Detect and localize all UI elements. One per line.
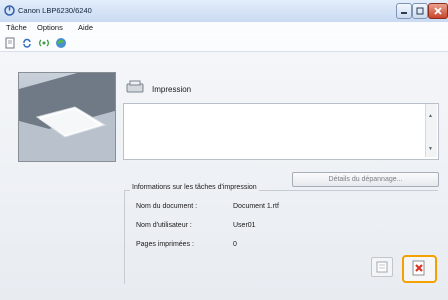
user-name-label: Nom d'utilisateur : (136, 222, 192, 229)
document-name-label: Nom du document : (136, 203, 198, 210)
print-jobs-icon (376, 261, 388, 273)
printer-status-icon[interactable] (55, 37, 67, 49)
cancel-job-button[interactable] (402, 255, 437, 283)
toolbar (0, 35, 448, 52)
maximize-button[interactable] (412, 3, 428, 19)
user-name-value: User01 (233, 222, 256, 229)
minimize-button[interactable] (396, 3, 412, 19)
pages-printed-label: Pages imprimées : (136, 241, 194, 248)
maximize-icon (416, 7, 424, 15)
menu-bar (0, 22, 448, 34)
document-name-value: Document 1.rtf (233, 203, 279, 210)
scroll-down-arrow[interactable]: ▼ (428, 146, 433, 152)
app-icon (4, 5, 15, 16)
job-info-heading: Informations sur les tâches d'impression (130, 184, 259, 191)
menu-options[interactable]: Options (37, 23, 63, 32)
minimize-icon (401, 12, 407, 14)
pages-printed-value: 0 (233, 241, 237, 248)
document-icon[interactable] (4, 37, 16, 49)
close-button[interactable] (428, 3, 448, 19)
printer-illustration (19, 73, 115, 161)
window-title: Canon LBP6230/6240 (18, 6, 92, 15)
menu-tache[interactable]: Tâche (6, 23, 27, 32)
status-message-box (123, 103, 439, 160)
cancel-job-icon (412, 260, 425, 276)
troubleshooting-details-button[interactable]: Détails du dépannage... (292, 172, 439, 187)
scroll-up-arrow[interactable]: ▲ (428, 113, 433, 119)
close-icon (434, 7, 442, 15)
printer-preview-image (18, 72, 116, 162)
print-jobs-button[interactable] (371, 257, 393, 277)
menu-aide[interactable]: Aide (78, 23, 93, 32)
printer-icon (126, 80, 144, 93)
status-title: Impression (152, 85, 192, 94)
refresh-icon[interactable] (21, 37, 33, 49)
network-icon[interactable] (38, 37, 50, 49)
